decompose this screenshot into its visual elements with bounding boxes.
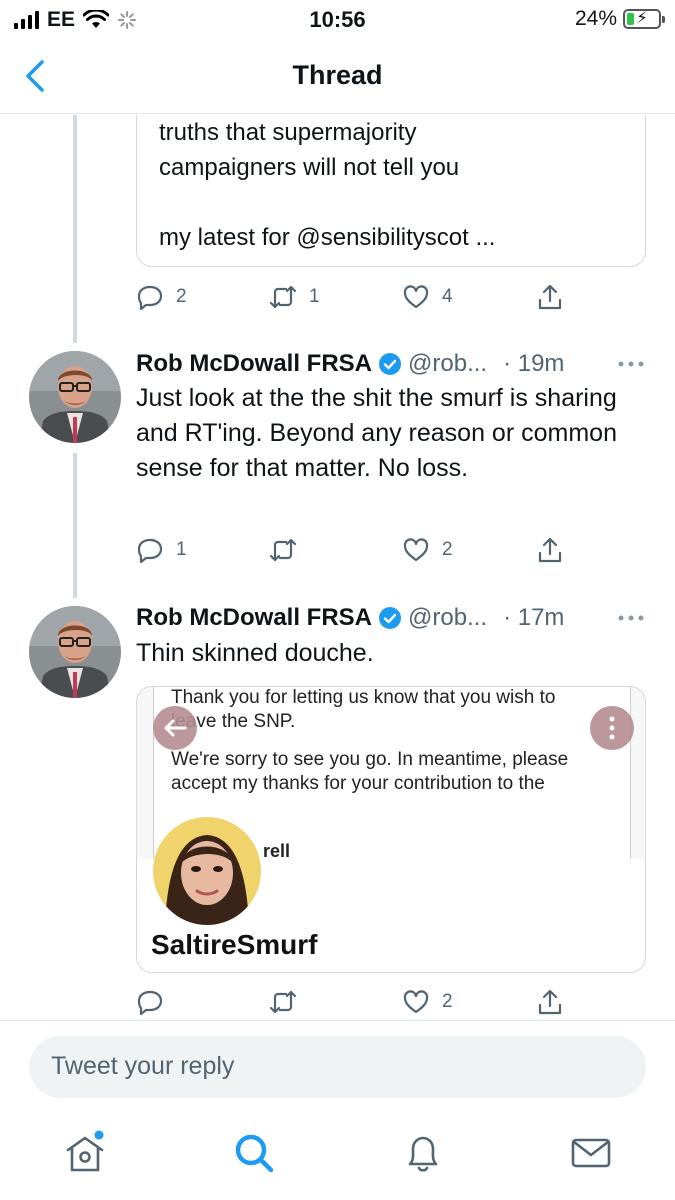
tweet-header: Rob McDowall FRSA @rob... · 19m [136,347,656,381]
media-attachment[interactable]: Thank you for letting us know that you w… [136,686,646,973]
share-icon [538,284,562,310]
clock: 10:56 [309,7,366,32]
tweet-actions: 2 [136,988,576,1018]
battery-icon: ⚡ [623,9,665,29]
share-button[interactable] [536,988,564,1016]
avatar-photo [29,606,121,698]
reply-button[interactable]: 2 [136,283,187,311]
nav-bar: Thread [0,40,675,114]
battery-percent: 24% [574,7,617,30]
retweet-button[interactable] [269,988,309,1016]
reply-icon [137,990,163,1016]
link-card-text: truths that supermajority campaigners wi… [159,119,496,251]
user-handle[interactable]: @rob... [408,604,487,632]
verified-badge-icon [379,353,402,375]
avatar-photo [29,351,121,443]
notifications-icon[interactable] [400,1130,446,1176]
home-icon[interactable] [62,1130,108,1176]
thread-timeline[interactable]: truths that supermajority campaigners wi… [0,115,675,1020]
thread-connector [73,115,77,343]
retweet-button[interactable]: 1 [269,283,320,311]
share-button[interactable] [536,536,564,564]
screenshot-partial-name: rell [263,841,291,861]
retweet-icon [269,285,297,309]
page-title: Thread [292,60,383,90]
heart-icon [403,285,429,309]
reply-icon [137,538,163,564]
media-caption: SaltireSmurf [151,929,318,960]
tab-bar [0,1112,675,1200]
reply-button[interactable] [136,988,176,1016]
back-arrow-overlay-icon [153,706,197,750]
messages-icon[interactable] [568,1130,614,1176]
tweet-actions: 2 1 4 [136,283,576,313]
user-handle[interactable]: @rob... [408,350,487,378]
reply-button[interactable]: 1 [136,536,187,564]
heart-icon [403,990,429,1014]
reply-bar: Tweet your reply [0,1020,675,1112]
avatar[interactable] [29,606,121,698]
tweet-text: Just look at the the shit the smurf is s… [136,384,617,482]
screenshot-para-2: We're sorry to see you go. In meantime, … [171,749,569,798]
verified-badge-icon [379,607,402,629]
tweet-actions: 1 2 [136,536,576,566]
display-name[interactable]: Rob McDowall FRSA [136,350,372,378]
retweet-icon [269,990,297,1014]
like-button[interactable]: 2 [402,988,453,1016]
retweet-icon [269,538,297,562]
display-name[interactable]: Rob McDowall FRSA [136,604,372,632]
tweet-time[interactable]: · 19m [503,350,564,378]
menu-dots-overlay-icon [590,706,634,750]
retweet-button[interactable] [269,536,309,564]
share-icon [538,537,562,563]
screenshot-para-1: Thank you for letting us know that you w… [171,687,556,732]
status-bar: EE 10:56 24% ⚡ [0,0,675,40]
share-icon [538,989,562,1015]
more-options-icon[interactable] [616,605,646,631]
avatar[interactable] [29,351,121,443]
reply-input[interactable]: Tweet your reply [29,1036,646,1098]
like-button[interactable]: 4 [402,283,453,311]
more-options-icon[interactable] [616,351,646,377]
tweet-time[interactable]: · 17m [503,604,564,632]
tweet-header: Rob McDowall FRSA @rob... · 17m [136,601,656,635]
like-button[interactable]: 2 [402,536,453,564]
search-icon[interactable] [231,1130,277,1176]
tweet-text: Thin skinned douche. [136,639,374,667]
profile-photo [153,817,261,925]
share-button[interactable] [536,283,564,311]
reply-icon [137,285,163,311]
heart-icon [403,538,429,562]
thread-connector [73,453,77,598]
